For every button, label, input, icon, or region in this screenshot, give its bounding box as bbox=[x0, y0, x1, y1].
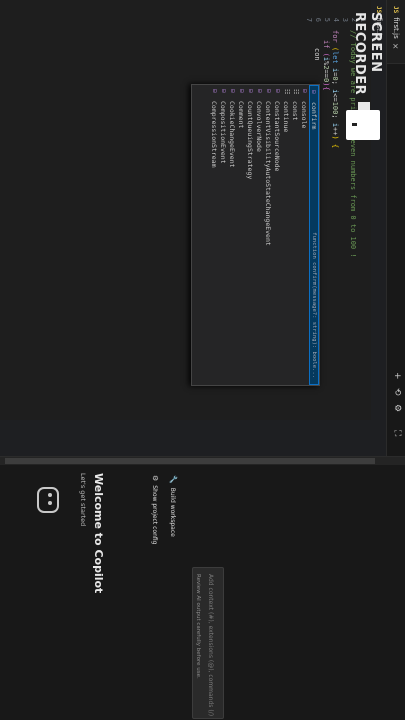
welcome-title: Welcome to Copilot bbox=[92, 473, 105, 594]
suggestion-item[interactable]: ⊟ CookieChangeEvent bbox=[228, 85, 237, 385]
copilot-panel: Add context (#), extensions (@), command… bbox=[0, 456, 405, 720]
wrench-icon: 🔧 bbox=[169, 475, 177, 484]
build-workspace-label: Build workspace bbox=[169, 487, 177, 537]
keyword-for: for bbox=[331, 30, 339, 43]
suggestion-label: ConstantSourceNode bbox=[273, 101, 282, 172]
suggestion-item[interactable]: ⊟ Comment bbox=[237, 85, 246, 385]
screen-recorder-logo: SCREEN RECORDER bbox=[346, 12, 386, 144]
line-number: 4 bbox=[332, 17, 340, 22]
autocomplete-popup[interactable]: ⊟ confirm function confirm(message?: strin… bbox=[191, 84, 320, 386]
suggestion-item[interactable]: ⊟ CountQueuingStrategy bbox=[246, 85, 255, 385]
semicolon: ; bbox=[331, 114, 339, 123]
keyword-icon: ☷ bbox=[283, 89, 290, 95]
line-number-gutter: 1 2 3 4 5 6 7 bbox=[0, 0, 371, 28]
suggestion-item[interactable]: ⊟ confirm function confirm(message?: strin… bbox=[309, 85, 319, 385]
suggestion-item[interactable]: ⊟ CompositionEvent bbox=[219, 85, 228, 385]
suggestion-label: CookieChangeEvent bbox=[228, 101, 237, 168]
line-number: 7 bbox=[305, 17, 313, 22]
suggestion-label: CompressionStream bbox=[210, 101, 219, 168]
paren: ){ bbox=[322, 82, 330, 91]
operator: <= bbox=[331, 93, 339, 102]
suggestion-detail: function confirm(message?: string): bool… bbox=[311, 232, 317, 378]
close-icon[interactable]: × bbox=[392, 43, 401, 50]
keyword-icon: ☷ bbox=[292, 89, 299, 95]
code-line-typing: con bbox=[312, 48, 321, 61]
split-editor-icon[interactable]: ⛶ bbox=[392, 430, 402, 436]
editor-window: JS first.js × + ⟲ ⚙ ⛶ JS first.js > ... … bbox=[0, 0, 405, 720]
tab-first-js[interactable]: JS first.js × bbox=[387, 0, 405, 65]
show-config-label: Show project config bbox=[151, 485, 159, 545]
paren: ( bbox=[322, 48, 330, 57]
symbol-icon: ⊟ bbox=[256, 89, 263, 93]
suggestion-label: const bbox=[291, 101, 300, 121]
history-icon[interactable]: ⟲ bbox=[392, 388, 402, 396]
build-workspace-button[interactable]: 🔧 Build workspace bbox=[169, 475, 177, 537]
suggestion-item[interactable]: ⊟ ConvolverNode bbox=[255, 85, 264, 385]
suggestion-label: console bbox=[300, 101, 309, 129]
line-number: 5 bbox=[323, 17, 331, 22]
symbol-icon: ⊟ bbox=[220, 89, 227, 93]
symbol-icon: ⊟ bbox=[265, 89, 272, 93]
suggestion-label: confirm bbox=[310, 102, 318, 130]
copilot-robot-icon bbox=[37, 487, 59, 513]
typed-text: con bbox=[313, 48, 321, 61]
operator: == bbox=[322, 69, 330, 78]
tab-label: first.js bbox=[392, 17, 400, 39]
settings-icon[interactable]: ⚙ bbox=[392, 404, 402, 412]
welcome-subtitle: Let's get started bbox=[79, 473, 87, 527]
symbol-icon: ⊟ bbox=[301, 89, 308, 93]
suggestion-item[interactable]: ⊟ ConstantSourceNode bbox=[273, 85, 282, 385]
suggestion-label: ContentVisibilityAutoStateChangeEvent bbox=[264, 101, 273, 246]
suggestion-label: CompositionEvent bbox=[219, 101, 228, 164]
scrollbar-thumb[interactable] bbox=[5, 458, 375, 464]
symbol-icon: ⊟ bbox=[211, 89, 218, 93]
keyword-let: let bbox=[331, 51, 339, 64]
number: 100 bbox=[331, 101, 339, 115]
symbol-icon: ⊟ bbox=[247, 89, 254, 93]
gear-icon: ⚙ bbox=[151, 475, 159, 482]
recorder-line2: RECORDER bbox=[352, 12, 367, 96]
paren: ) { bbox=[331, 135, 339, 149]
recorder-line1: SCREEN bbox=[368, 12, 383, 73]
chat-input[interactable]: Add context (#), extensions (@), command… bbox=[192, 567, 224, 719]
symbol-icon: ⊟ bbox=[229, 89, 236, 93]
javascript-file-icon: JS bbox=[392, 6, 400, 14]
chat-input-placeholder: Add context (#), extensions (@), command… bbox=[207, 574, 214, 717]
paren: ( bbox=[331, 42, 339, 52]
suggestion-label: ConvolverNode bbox=[255, 101, 264, 152]
show-config-button[interactable]: ⚙ Show project config bbox=[151, 475, 159, 544]
code-line-if: if (i%2==0){ bbox=[321, 40, 330, 91]
camera-icon bbox=[346, 102, 380, 140]
semicolon: ; bbox=[331, 80, 339, 90]
symbol-icon: ⊟ bbox=[238, 89, 245, 93]
suggestion-label: continue bbox=[282, 101, 291, 133]
suggestion-item[interactable]: ☷ continue bbox=[282, 85, 291, 385]
symbol-icon: ⊟ bbox=[274, 89, 281, 93]
suggestion-label: Comment bbox=[237, 101, 246, 129]
suggestion-label: CountQueuingStrategy bbox=[246, 101, 255, 180]
symbol-icon: ⊟ bbox=[310, 90, 318, 94]
suggestion-item[interactable]: ⊟ console bbox=[300, 85, 309, 385]
code-editor[interactable]: 1 2 3 4 5 6 7 // Today we are print all … bbox=[0, 0, 371, 420]
copilot-scrollbar[interactable] bbox=[0, 457, 405, 465]
line-number: 6 bbox=[314, 17, 322, 22]
review-note: Review AI output carefully before use. bbox=[195, 574, 201, 679]
new-chat-button[interactable]: + bbox=[392, 372, 402, 380]
suggestion-item[interactable]: ⊟ CompressionStream bbox=[210, 85, 219, 385]
suggestion-item[interactable]: ⊟ ContentVisibilityAutoStateChangeEvent bbox=[264, 85, 273, 385]
code-line-for: for (let i=0; i<=100; i++) { bbox=[330, 30, 339, 148]
suggestion-item[interactable]: ☷ const bbox=[291, 85, 300, 385]
